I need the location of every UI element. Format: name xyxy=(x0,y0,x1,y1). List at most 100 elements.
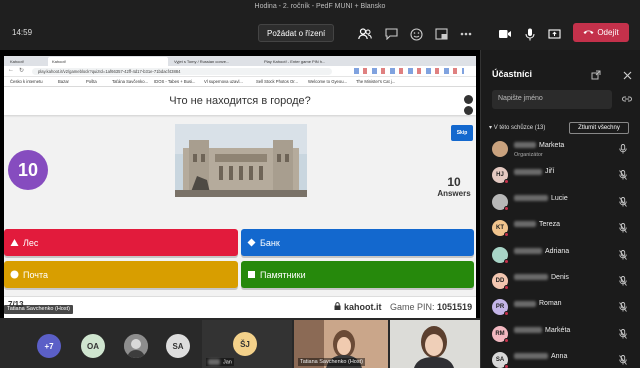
diamond-icon xyxy=(247,238,256,247)
bookmark[interactable]: Welcome to Gyeou... xyxy=(308,79,347,84)
microphone-muted-icon[interactable] xyxy=(618,249,628,260)
chat-icon[interactable] xyxy=(383,26,399,42)
status-dot xyxy=(504,258,509,264)
question-image xyxy=(175,124,307,197)
microphone-muted-icon[interactable] xyxy=(618,223,628,233)
answer-option-red[interactable]: Лес xyxy=(4,229,238,256)
back-icon[interactable]: ← xyxy=(8,67,14,73)
leave-label: Odejít xyxy=(597,28,619,37)
shared-screen: Kahoot! Kahoot! Vyjet s Tomy / Russian c… xyxy=(0,50,480,318)
game-pin: Game PIN: 1051519 xyxy=(390,302,472,312)
more-participants-badge[interactable]: +7 xyxy=(37,334,61,358)
status-dot xyxy=(504,285,509,290)
answer-option-yellow[interactable]: Почта xyxy=(4,261,238,288)
pin-value: 1051519 xyxy=(437,302,473,312)
bookmark[interactable]: Taťána Savčenko... xyxy=(112,79,148,84)
window-title: Hodina - 2. ročník - PedF MUNI + Blansko xyxy=(254,3,386,10)
bookmark[interactable]: Bazar xyxy=(58,79,69,84)
leave-button[interactable]: Odejít xyxy=(573,23,629,42)
answer-text: Банк xyxy=(260,237,280,248)
reactions-icon[interactable] xyxy=(408,26,424,42)
request-control-button[interactable]: Požádat o řízení xyxy=(258,24,335,42)
more-icon[interactable] xyxy=(458,26,474,42)
participant-name: Markéta xyxy=(514,327,570,334)
participant-name: Marketa xyxy=(514,142,564,149)
reload-icon[interactable]: ↻ xyxy=(19,67,24,74)
video-tile-host: Tatiana Savchenko (Host) xyxy=(294,320,388,368)
avatar: ŠJ xyxy=(233,332,257,356)
close-icon[interactable] xyxy=(464,106,473,115)
panel-title: Účastníci xyxy=(492,69,533,79)
participant-row[interactable]: Lucie xyxy=(480,189,640,215)
lock-icon xyxy=(334,302,341,312)
browser-tab[interactable]: Kahoot! xyxy=(6,57,46,66)
participant-name: Tereza xyxy=(514,221,560,228)
answers-count: 10 xyxy=(447,175,461,189)
browser-address-bar: ← ↻ play.kahoot.it/v2/gameblock?quizId=1… xyxy=(4,66,476,77)
microphone-muted-icon[interactable] xyxy=(618,355,628,365)
presenter-name-tag: Tatiana Savchenko (Host) xyxy=(4,305,73,314)
bookmark[interactable]: Vl supernova uzavl... xyxy=(204,79,243,84)
participant-role: Organizátor xyxy=(514,152,543,158)
participant-name: Tatiana Savchenko (Host) xyxy=(298,358,365,366)
participant-name: Denis xyxy=(514,274,569,281)
mute-all-button[interactable]: Ztlumit všechny xyxy=(569,122,629,134)
participant-row[interactable]: PR Roman xyxy=(480,294,640,320)
share-invite-icon[interactable] xyxy=(622,94,632,104)
participant-name: Anna xyxy=(514,353,567,360)
participant-row[interactable]: HJ Jiří xyxy=(480,162,640,188)
bookmark[interactable]: Pošta xyxy=(86,79,97,84)
microphone-muted-icon[interactable] xyxy=(618,276,628,286)
participant-name: Roman xyxy=(514,300,562,307)
breakout-rooms-icon[interactable] xyxy=(433,26,449,42)
extensions-icon[interactable] xyxy=(354,68,464,74)
status-dot xyxy=(504,364,509,368)
microphone-muted-icon[interactable] xyxy=(618,302,628,313)
status-dot xyxy=(504,337,509,343)
answer-text: Лес xyxy=(23,237,39,248)
skip-button[interactable]: Skip xyxy=(451,125,473,141)
participant-row[interactable]: KT Tereza xyxy=(480,215,640,241)
participant-row[interactable]: RM Markéta xyxy=(480,321,640,347)
participant-search-input[interactable]: Napište jméno xyxy=(492,90,612,109)
answer-option-blue[interactable]: Банк xyxy=(241,229,474,256)
answer-option-green[interactable]: Памятники xyxy=(241,261,474,288)
microphone-muted-icon[interactable] xyxy=(618,196,628,207)
microphone-muted-icon[interactable] xyxy=(618,328,628,339)
url-field[interactable]: play.kahoot.it/v2/gameblock?quizId=1af66… xyxy=(32,68,332,75)
bookmark[interactable]: IDOS - Tabes + Busi... xyxy=(154,79,195,84)
participant-row[interactable]: SA Anna xyxy=(480,347,640,368)
bookmark[interactable]: Sell Stock Photos Or... xyxy=(256,79,298,84)
microphone-icon[interactable] xyxy=(618,144,628,154)
fullscreen-icon[interactable] xyxy=(464,95,473,104)
participant-row[interactable]: Adriana xyxy=(480,242,640,268)
browser-tab[interactable]: Vyjet s Tomy / Russian conve... xyxy=(170,57,258,66)
popout-icon[interactable] xyxy=(591,70,601,80)
section-label: V této schůzce (13) xyxy=(493,125,546,131)
browser-tab[interactable]: Play Kahoot! - Enter game PIN h... xyxy=(260,57,330,66)
phone-hangup-icon xyxy=(583,28,594,37)
triangle-icon xyxy=(10,238,19,247)
participant-row[interactable]: DD Denis xyxy=(480,268,640,294)
bookmark[interactable]: Česko k internetu xyxy=(10,79,43,84)
bookmark[interactable]: The Minister's Cat j... xyxy=(356,79,395,84)
meeting-time: 14:59 xyxy=(12,28,33,37)
pin-label: Game PIN: xyxy=(390,302,435,312)
participant-row[interactable]: Marketa Organizátor xyxy=(480,136,640,162)
camera-icon[interactable] xyxy=(497,26,513,42)
video-tile-self xyxy=(390,320,480,368)
participant-name: Jan xyxy=(206,357,234,366)
participant-avatar xyxy=(492,141,508,157)
countdown-timer: 10 xyxy=(8,150,48,190)
answer-text: Почта xyxy=(23,269,48,280)
share-screen-icon[interactable] xyxy=(546,26,562,42)
participants-icon[interactable] xyxy=(357,26,373,42)
close-icon[interactable] xyxy=(622,70,632,80)
status-dot xyxy=(504,311,509,317)
brand-label: kahoot.it xyxy=(344,302,382,312)
meeting-toolbar: Hodina - 2. ročník - PedF MUNI + Blansko… xyxy=(0,0,640,50)
browser-tab-active[interactable]: Kahoot! xyxy=(48,57,168,66)
microphone-icon[interactable] xyxy=(522,26,538,42)
section-header[interactable]: ▾ V této schůzce (13) xyxy=(489,124,545,131)
microphone-muted-icon[interactable] xyxy=(618,170,628,181)
